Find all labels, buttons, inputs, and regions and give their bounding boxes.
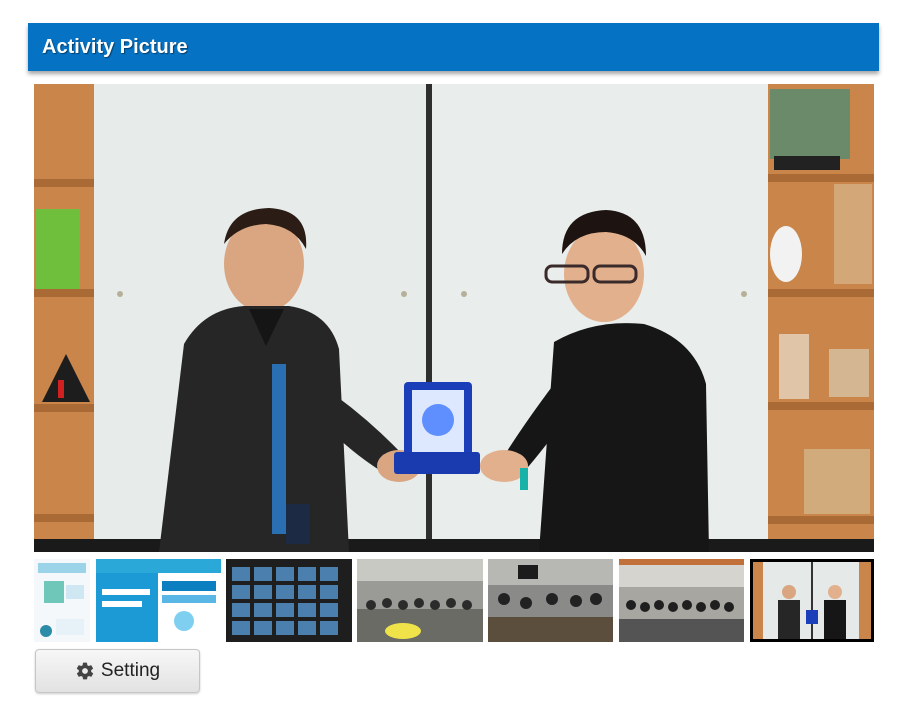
gallery-thumbnail[interactable]: [34, 559, 90, 642]
setting-button-label: Setting: [100, 660, 161, 681]
thumbnail-strip: [34, 559, 874, 642]
gallery-thumbnail[interactable]: [357, 559, 483, 642]
gear-icon: [76, 662, 94, 680]
main-activity-photo[interactable]: [34, 84, 874, 552]
gallery-thumbnail[interactable]: [96, 559, 221, 642]
panel-header: Activity Picture: [28, 23, 879, 71]
setting-button[interactable]: Setting: [35, 649, 200, 693]
gallery-thumbnail[interactable]: [619, 559, 744, 642]
gallery-thumbnail-active[interactable]: [750, 559, 874, 642]
page-title: Activity Picture: [42, 35, 188, 58]
gallery-thumbnail[interactable]: [488, 559, 613, 642]
gallery-thumbnail[interactable]: [226, 559, 352, 642]
